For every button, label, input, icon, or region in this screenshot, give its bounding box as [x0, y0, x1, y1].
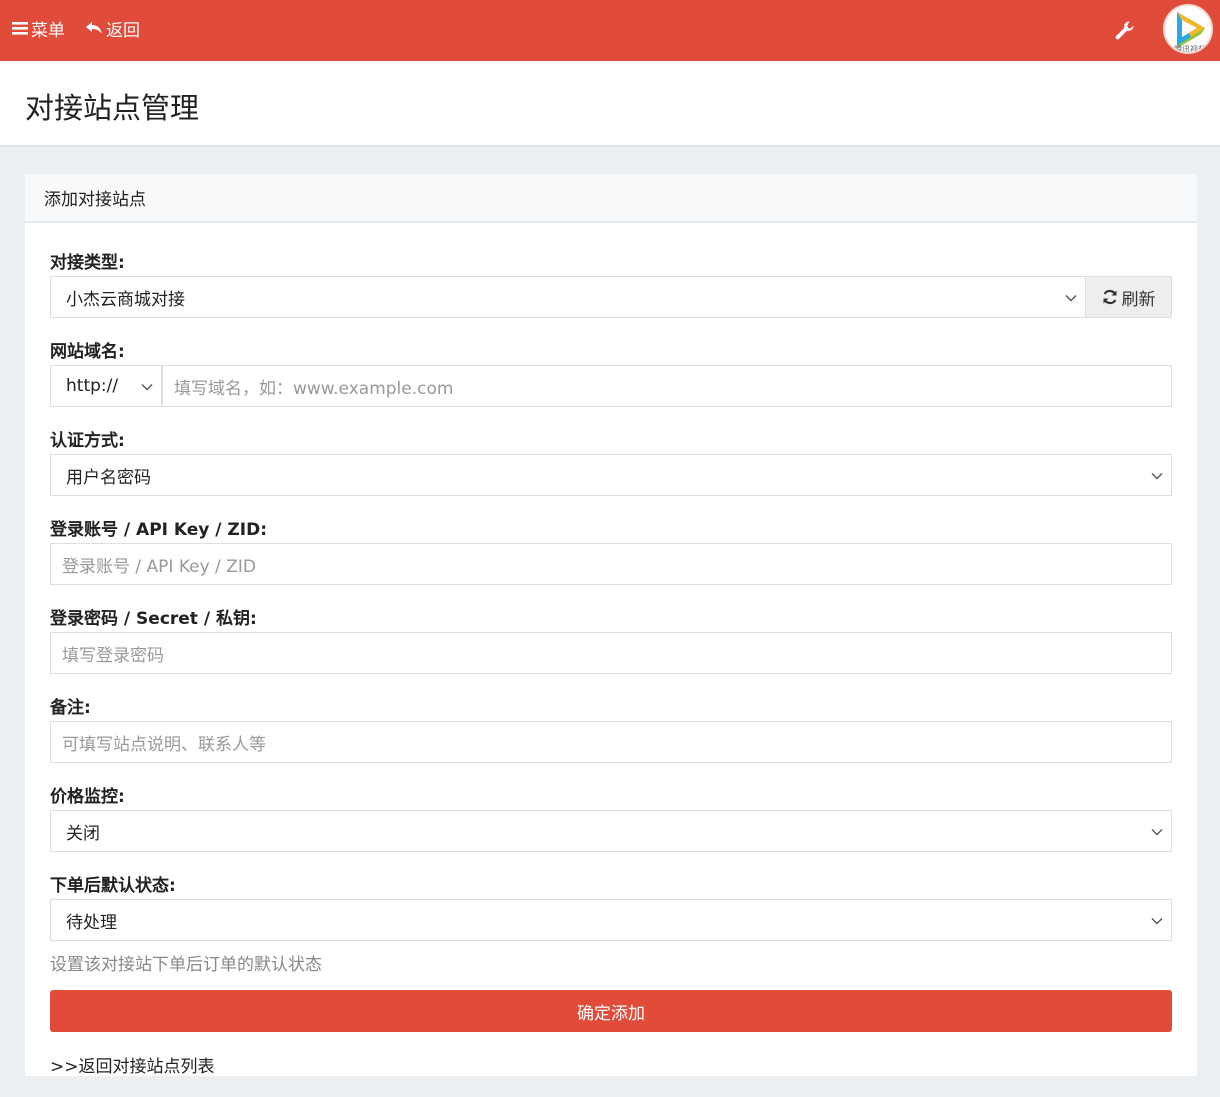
domain-placeholder: 填写域名，如：www.example.com [174, 378, 454, 399]
refresh-label: 刷新 [1121, 289, 1156, 310]
password-input[interactable]: 填写登录密码 [50, 632, 1172, 674]
password-placeholder: 填写登录密码 [62, 645, 164, 666]
chevron-down-icon [1151, 918, 1163, 925]
top-navbar: 菜单 返回 腾讯视频 [0, 0, 1220, 61]
page-header: 对接站点管理 [0, 61, 1220, 147]
back-button[interactable]: 返回 [85, 16, 140, 41]
remark-placeholder: 可填写站点说明、联系人等 [62, 734, 266, 755]
reply-arrow-icon [86, 22, 102, 34]
back-to-list-link[interactable]: >>返回对接站点列表 [50, 1052, 215, 1077]
default-status-select[interactable]: 待处理 [50, 899, 1172, 941]
menu-label: 菜单 [31, 20, 65, 41]
play-logo-icon: 腾讯视频 [1174, 12, 1206, 54]
menu-button[interactable]: 菜单 [12, 16, 65, 41]
back-label: 返回 [106, 20, 140, 41]
card-header: 添加对接站点 [25, 174, 1197, 223]
auth-label: 认证方式: [50, 431, 125, 451]
avatar-caption: 腾讯视频 [1174, 44, 1206, 54]
type-select[interactable]: 小杰云商城对接 [50, 276, 1086, 318]
domain-label: 网站域名: [50, 342, 125, 362]
auth-select[interactable]: 用户名密码 [50, 454, 1172, 496]
hamburger-icon [12, 22, 28, 35]
page-title: 对接站点管理 [25, 91, 200, 125]
price-monitor-label: 价格监控: [50, 787, 125, 807]
default-status-label: 下单后默认状态: [50, 876, 176, 896]
user-avatar[interactable]: 腾讯视频 [1163, 4, 1213, 54]
auth-select-value: 用户名密码 [66, 467, 151, 488]
wrench-icon[interactable] [1113, 19, 1135, 41]
type-select-value: 小杰云商城对接 [66, 289, 185, 310]
add-site-card: 添加对接站点 对接类型: 小杰云商城对接 刷新 网站域名: http:// 填写… [25, 174, 1197, 1077]
account-input[interactable]: 登录账号 / API Key / ZID [50, 543, 1172, 585]
protocol-value: http:// [66, 376, 119, 396]
password-label: 登录密码 / Secret / 私钥: [50, 609, 257, 629]
type-label: 对接类型: [50, 253, 125, 273]
account-label: 登录账号 / API Key / ZID: [50, 520, 267, 540]
navbar-left-group: 菜单 返回 [12, 0, 140, 56]
submit-button[interactable]: 确定添加 [50, 990, 1172, 1032]
domain-input[interactable]: 填写域名，如：www.example.com [162, 365, 1172, 407]
protocol-select[interactable]: http:// [50, 365, 162, 407]
remark-input[interactable]: 可填写站点说明、联系人等 [50, 721, 1172, 763]
refresh-button[interactable]: 刷新 [1086, 276, 1172, 318]
chevron-down-icon [1065, 295, 1077, 302]
card-title: 添加对接站点 [44, 190, 146, 210]
price-monitor-value: 关闭 [66, 823, 100, 844]
price-monitor-select[interactable]: 关闭 [50, 810, 1172, 852]
remark-label: 备注: [50, 698, 91, 718]
chevron-down-icon [1151, 829, 1163, 836]
refresh-icon [1102, 289, 1117, 305]
account-placeholder: 登录账号 / API Key / ZID [62, 556, 256, 577]
default-status-help: 设置该对接站下单后订单的默认状态 [50, 955, 322, 975]
chevron-down-icon [1151, 473, 1163, 480]
default-status-value: 待处理 [66, 912, 117, 933]
chevron-down-icon [141, 384, 153, 391]
